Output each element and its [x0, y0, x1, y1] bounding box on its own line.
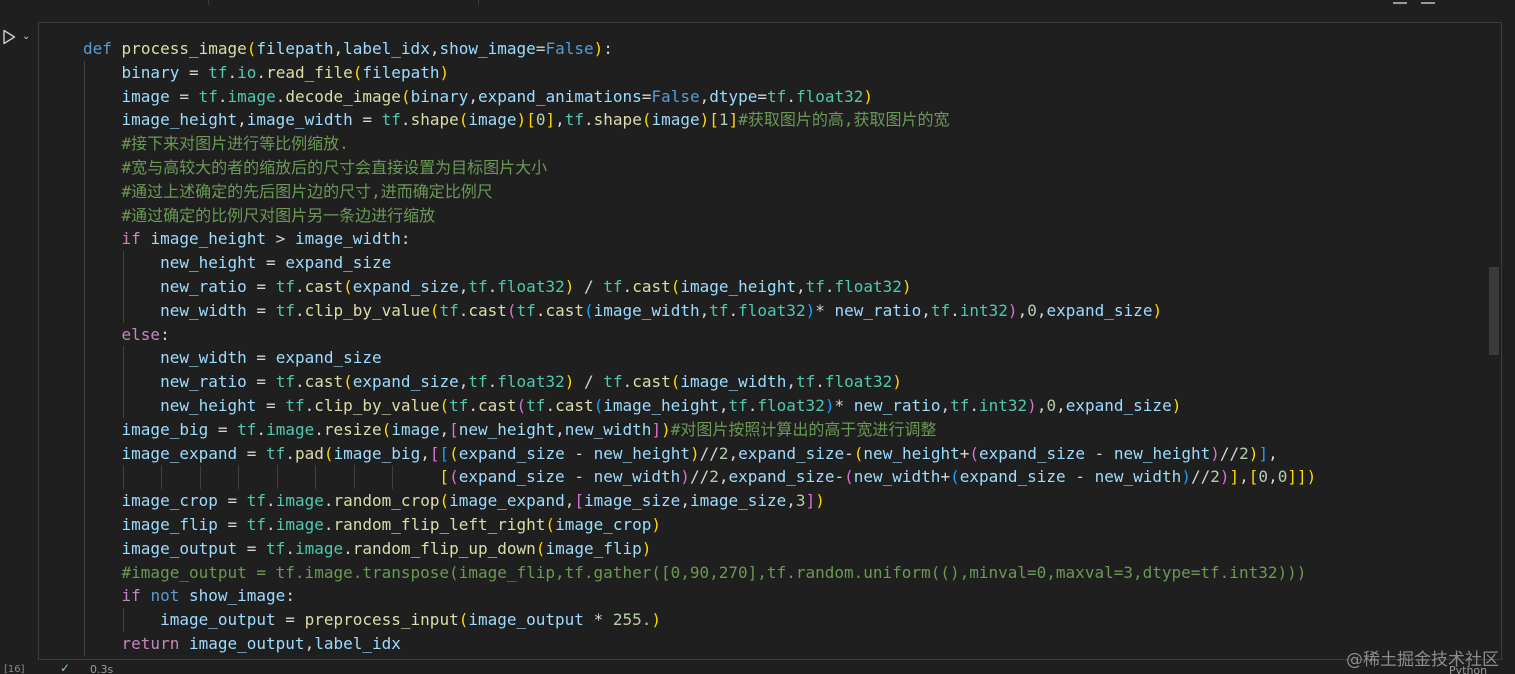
- code-line[interactable]: image_flip = tf.image.random_flip_left_r…: [83, 512, 1493, 537]
- code-line[interactable]: #接下来对图片进行等比例缩放.: [83, 132, 1493, 156]
- cell-gutter: ⌄: [0, 26, 38, 48]
- code-line[interactable]: #通过上述确定的先后图片边的尺寸,进而确定比例尺: [83, 179, 1493, 204]
- code-line[interactable]: if not show_image:: [83, 584, 1493, 609]
- toolbar-icon[interactable]: [1421, 2, 1435, 4]
- code-line[interactable]: else:: [83, 322, 1493, 347]
- tab-divider: [478, 0, 479, 5]
- code-editor[interactable]: def process_image(filepath,label_idx,sho…: [83, 37, 1493, 659]
- code-line[interactable]: #宽与高较大的者的缩放后的尺寸会直接设置为目标图片大小: [83, 155, 1493, 180]
- toolbar-icon[interactable]: [1393, 2, 1407, 4]
- code-line[interactable]: new_height = tf.clip_by_value(tf.cast(tf…: [83, 393, 1493, 418]
- code-line[interactable]: def process_image(filepath,label_idx,sho…: [83, 37, 1493, 61]
- code-line[interactable]: if image_height > image_width:: [83, 227, 1493, 252]
- code-line[interactable]: return image_output,label_idx: [83, 631, 1493, 656]
- code-line[interactable]: binary = tf.io.read_file(filepath): [83, 60, 1493, 85]
- editor-top-strip: [0, 0, 1515, 10]
- toolbar-icons: [1393, 0, 1435, 6]
- code-line[interactable]: [(expand_size - new_width)//2,expand_siz…: [83, 465, 1493, 490]
- code-line[interactable]: image_big = tf.image.resize(image,[new_h…: [83, 417, 1493, 442]
- code-line[interactable]: image = tf.image.decode_image(binary,exp…: [83, 84, 1493, 109]
- code-line[interactable]: #通过确定的比例尺对图片另一条边进行缩放: [83, 203, 1493, 228]
- chevron-down-icon[interactable]: ⌄: [22, 32, 30, 42]
- execution-duration: 0.3s: [90, 663, 114, 674]
- code-line[interactable]: new_width = expand_size: [83, 346, 1493, 371]
- code-line[interactable]: image_expand = tf.pad(image_big,[[(expan…: [83, 441, 1493, 466]
- code-line[interactable]: #image_output = tf.image.transpose(image…: [83, 560, 1493, 585]
- code-line[interactable]: image_output = preprocess_input(image_ou…: [83, 608, 1493, 632]
- watermark: @稀土掘金技术社区: [1346, 650, 1499, 670]
- execution-count: [16]: [4, 664, 25, 674]
- code-line[interactable]: new_ratio = tf.cast(expand_size,tf.float…: [83, 370, 1493, 394]
- cell-status-bar: [16] ✓ 0.3s Python: [0, 662, 1515, 674]
- code-line[interactable]: new_ratio = tf.cast(expand_size,tf.float…: [83, 274, 1493, 299]
- notebook-code-cell[interactable]: def process_image(filepath,label_idx,sho…: [38, 22, 1502, 660]
- code-line[interactable]: new_width = tf.clip_by_value(tf.cast(tf.…: [83, 298, 1493, 323]
- code-line[interactable]: new_height = expand_size: [83, 251, 1493, 275]
- play-icon[interactable]: [2, 29, 16, 45]
- scrollbar-thumb[interactable]: [1489, 267, 1499, 355]
- check-icon: ✓: [60, 661, 71, 674]
- code-line[interactable]: image_crop = tf.image.random_crop(image_…: [83, 489, 1493, 513]
- code-line[interactable]: image_height,image_width = tf.shape(imag…: [83, 108, 1493, 133]
- tab-divider: [208, 0, 209, 5]
- code-line[interactable]: image_output = tf.image.random_flip_up_d…: [83, 536, 1493, 561]
